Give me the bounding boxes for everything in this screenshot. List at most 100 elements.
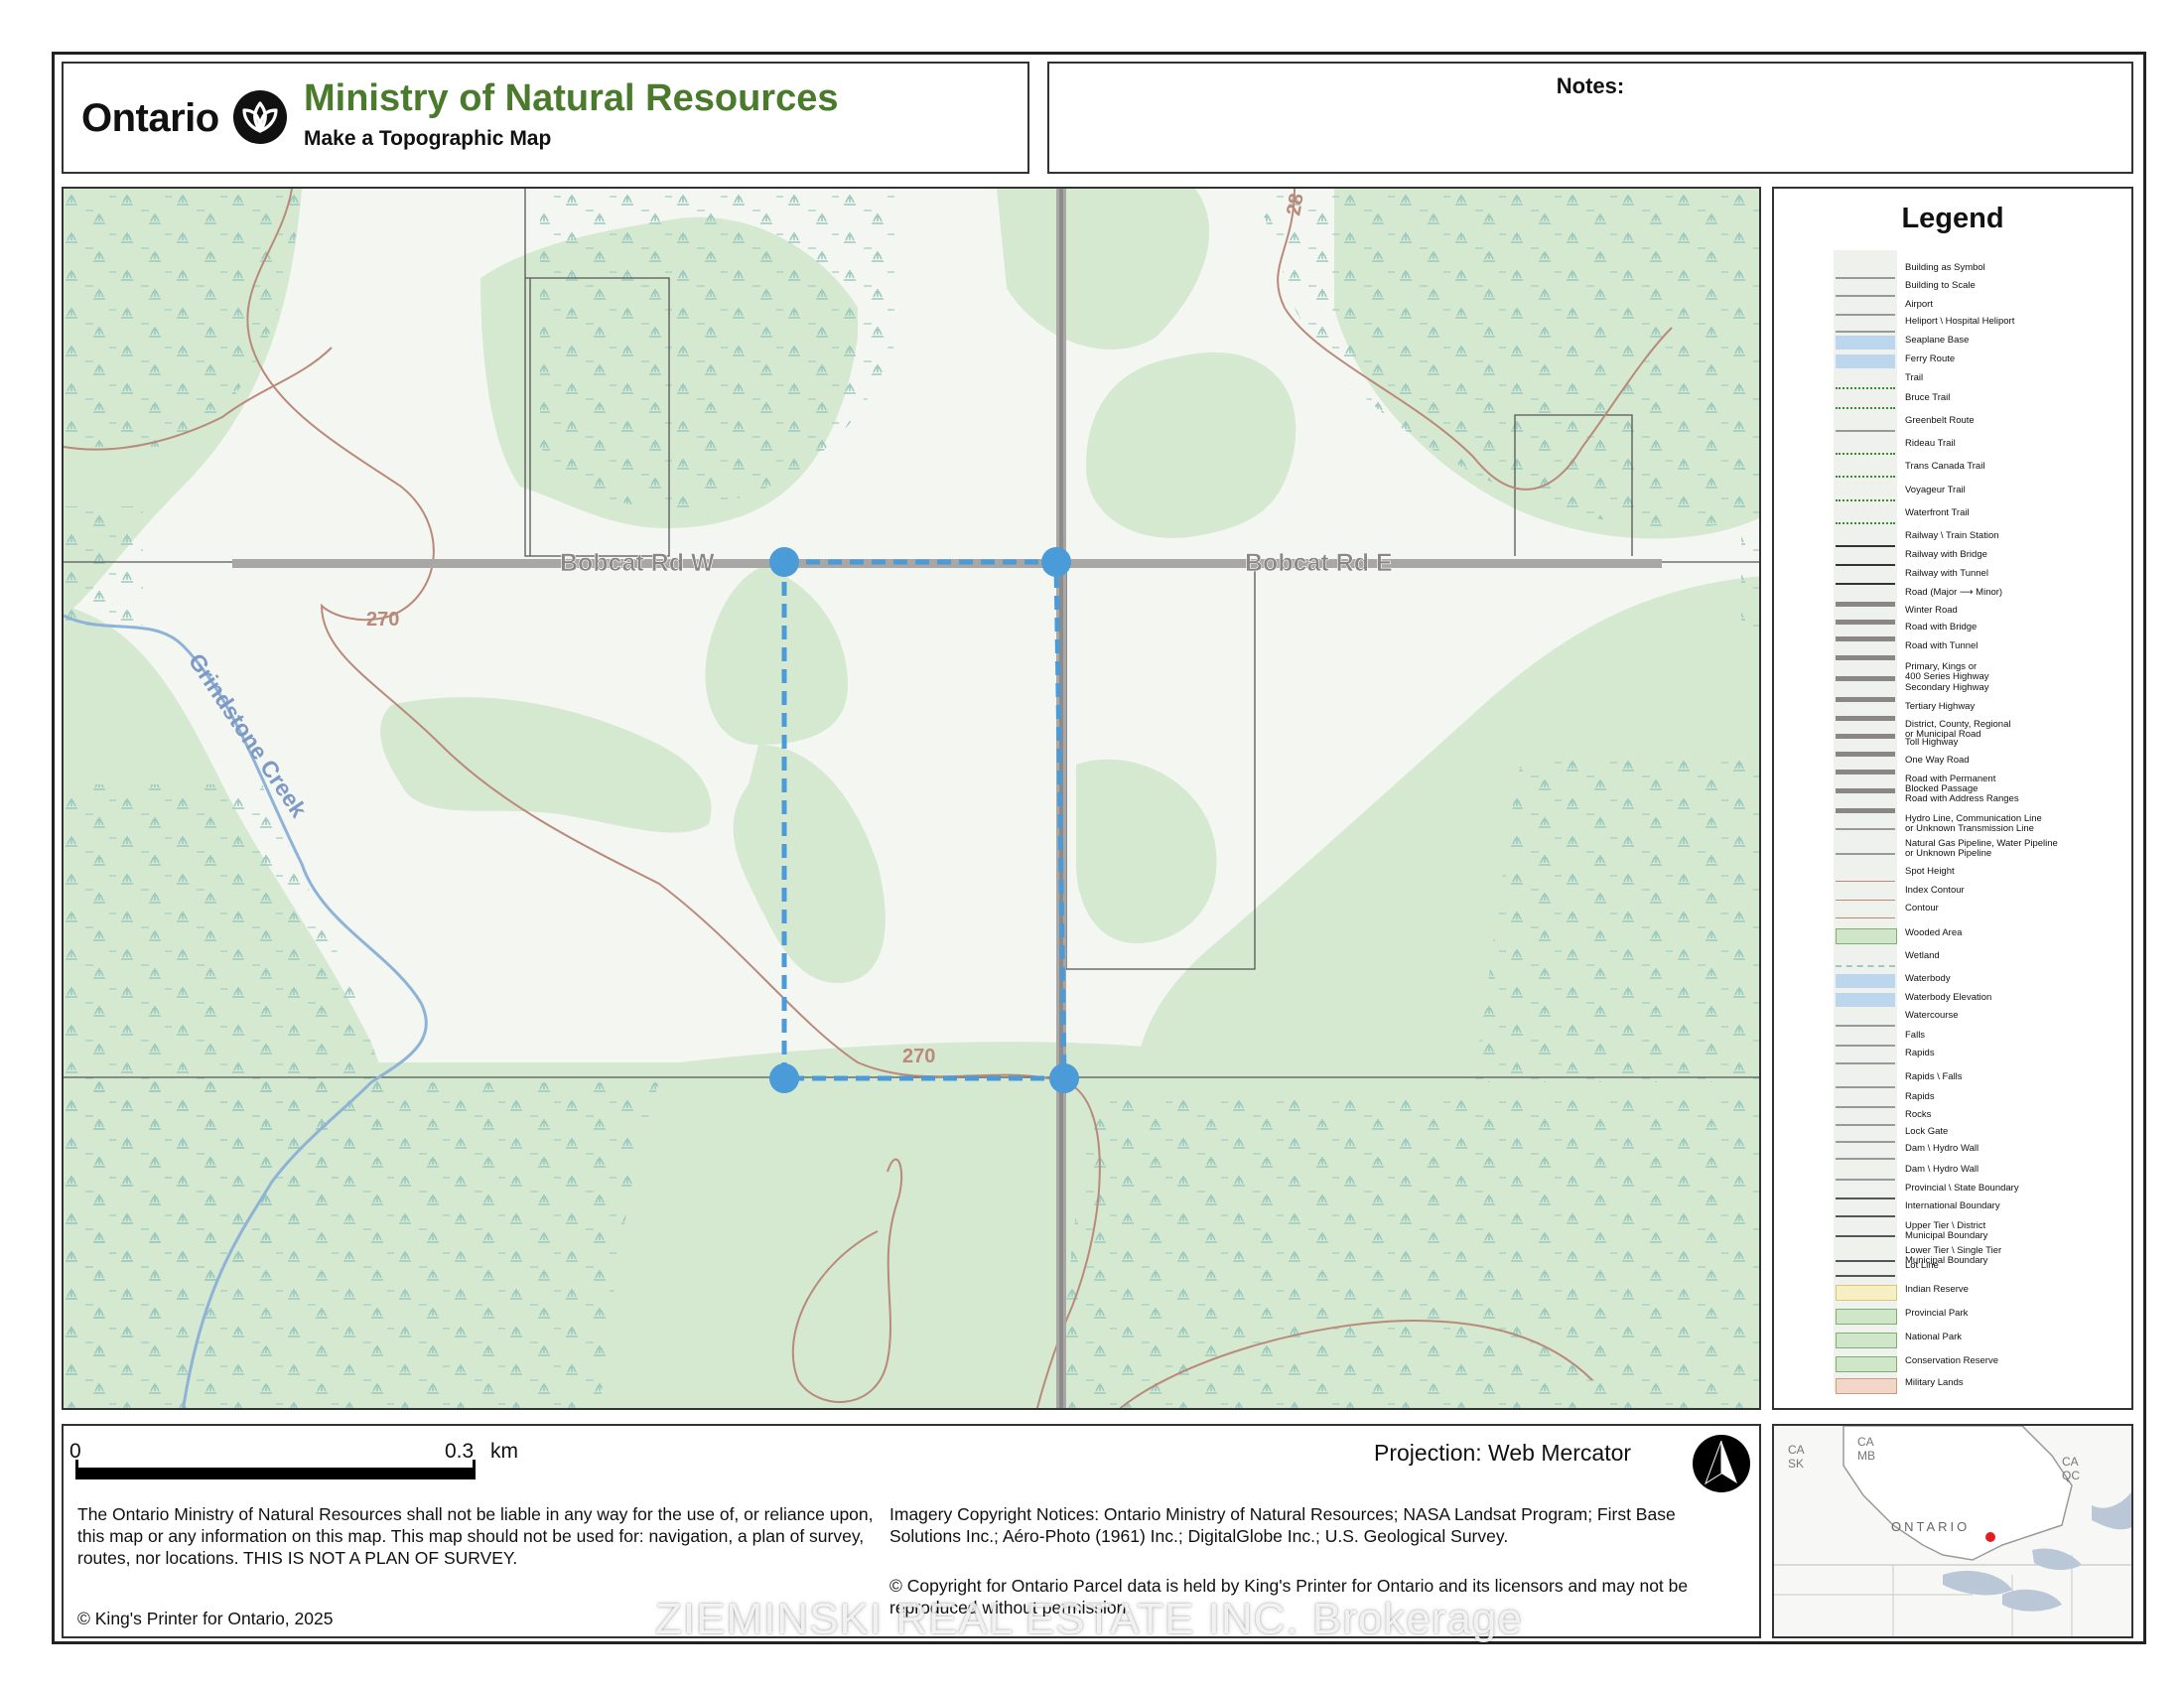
notes-box: Notes: — [1047, 62, 2133, 174]
legend-item: Airport — [1774, 300, 2131, 316]
legend-item: Waterfront Trail — [1774, 508, 2131, 524]
legend-item: Secondary Highway — [1774, 683, 2131, 702]
legend-item-label: Ferry Route — [1905, 353, 1956, 364]
legend-item-label: Lot Line — [1905, 1260, 1939, 1271]
legend-symbol-icon — [1836, 550, 1895, 566]
legend-symbol-icon — [1836, 300, 1895, 316]
legend-symbol-icon — [1836, 1309, 1897, 1325]
legend-item: Rocks — [1774, 1110, 2131, 1126]
legend-item: Index Contour — [1774, 886, 2131, 902]
legend-item-label: Building as Symbol — [1905, 262, 1985, 273]
legend-item: Lock Gate — [1774, 1127, 2131, 1143]
legend-item-label: Dam \ Hydro Wall — [1905, 1143, 1979, 1154]
legend-symbol-icon — [1836, 738, 1895, 757]
legend-item: One Way Road — [1774, 756, 2131, 774]
legend-symbol-icon — [1836, 1049, 1895, 1064]
inset-label-ontario: ONTARIO — [1891, 1519, 1970, 1534]
legend-item: Rideau Trail — [1774, 439, 2131, 455]
legend-item-label: Wetland — [1905, 950, 1940, 961]
legend-symbol-icon — [1836, 1110, 1895, 1126]
legend-symbol-icon — [1836, 263, 1895, 279]
topographic-map[interactable]: Bobcat Rd W Bobcat Rd E Grindstone Creek… — [64, 189, 1761, 1410]
contour-label: 270 — [366, 609, 399, 631]
legend-symbol-icon — [1836, 393, 1895, 409]
legend-item: Hydro Line, Communication Line or Unknow… — [1774, 814, 2131, 834]
legend-item-label: Watercourse — [1905, 1010, 1959, 1021]
legend-item: Natural Gas Pipeline, Water Pipeline or … — [1774, 839, 2131, 859]
legend-item-label: Natural Gas Pipeline, Water Pipeline or … — [1905, 838, 2058, 859]
legend-symbol-icon — [1836, 1092, 1895, 1108]
contour-label: 28 — [1283, 192, 1308, 217]
legend-item-label: Provincial \ State Boundary — [1905, 1183, 2019, 1194]
legend-item: Rapids \ Falls — [1774, 1072, 2131, 1088]
scale-tick — [75, 1460, 78, 1474]
parcel-vertex[interactable] — [769, 1063, 799, 1093]
legend-symbol-icon — [1836, 993, 1895, 1007]
legend-symbol-icon — [1836, 1127, 1895, 1143]
legend-item: Wooded Area — [1774, 928, 2131, 944]
legend-symbol-icon — [1836, 867, 1895, 882]
legend-symbol-icon — [1836, 1031, 1895, 1047]
legend-symbol-icon — [1836, 281, 1895, 297]
parcel-vertex[interactable] — [769, 547, 799, 577]
legend-item: Tertiary Highway — [1774, 701, 2131, 721]
legend-item: Waterbody Elevation — [1774, 993, 2131, 1009]
legend-item-label: Tertiary Highway — [1905, 701, 1976, 712]
legend-symbol-icon — [1836, 1144, 1895, 1160]
legend-item-label: Waterbody — [1905, 973, 1951, 984]
legend-item-label: International Boundary — [1905, 1200, 2000, 1211]
legend-item-label: Greenbelt Route — [1905, 415, 1975, 426]
legend-item-label: Road with Bridge — [1905, 622, 1978, 633]
map-frame[interactable]: Bobcat Rd W Bobcat Rd E Grindstone Creek… — [62, 187, 1761, 1410]
legend-symbol-icon — [1836, 794, 1895, 813]
legend-item-label: Wooded Area — [1905, 927, 1963, 938]
legend-symbol-icon — [1836, 439, 1895, 455]
legend-item: Seaplane Base — [1774, 336, 2131, 352]
legend-item: Road with Tunnel — [1774, 640, 2131, 660]
legend-item-label: Railway with Tunnel — [1905, 568, 1988, 579]
map-subtitle: Make a Topographic Map — [304, 127, 552, 150]
legend-item: Primary, Kings or 400 Series Highway — [1774, 662, 2131, 682]
legend-symbol-icon — [1836, 416, 1895, 432]
legend-symbol-icon — [1836, 1285, 1897, 1301]
legend-item: Ferry Route — [1774, 354, 2131, 370]
legend-item-label: Road with Tunnel — [1905, 640, 1979, 651]
ontario-wordmark: Ontario — [81, 96, 219, 140]
legend-item: District, County, Regional or Municipal … — [1774, 720, 2131, 740]
legend-item-label: Trans Canada Trail — [1905, 461, 1985, 472]
legend-symbol-icon — [1836, 1165, 1895, 1181]
legend-item: Railway with Bridge — [1774, 550, 2131, 566]
legend-item-label: Trail — [1905, 372, 1924, 383]
legend-symbol-icon — [1836, 317, 1895, 333]
legend-item: Lower Tier \ Single Tier Municipal Bound… — [1774, 1246, 2131, 1266]
watermark-text: ZIEMINSKI REAL ESTATE INC. Brokerage — [655, 1595, 1523, 1643]
legend-item-label: Upper Tier \ District Municipal Boundary — [1905, 1220, 1988, 1241]
parcel-vertex[interactable] — [1049, 1063, 1079, 1093]
legend-item: International Boundary — [1774, 1201, 2131, 1217]
road-label-bobcat-w: Bobcat Rd W — [560, 549, 715, 577]
legend-symbol-icon — [1836, 974, 1895, 988]
legend-item-label: Building to Scale — [1905, 280, 1976, 291]
legend-item-label: Waterfront Trail — [1905, 507, 1970, 518]
inset-label-mb: CA MB — [1857, 1435, 1875, 1463]
legend-item: Road with Address Ranges — [1774, 794, 2131, 813]
legend-item-label: Rapids — [1905, 1091, 1935, 1102]
trillium-logo-icon — [233, 90, 287, 144]
legend-item: Spot Height — [1774, 867, 2131, 883]
legend-symbol-icon — [1836, 486, 1895, 501]
legend-item-label: Railway \ Train Station — [1905, 530, 1999, 541]
legend-item-label: Bruce Trail — [1905, 392, 1951, 403]
legend-symbol-icon — [1836, 702, 1895, 721]
legend-symbol-icon — [1836, 508, 1895, 524]
scale-end-label: 0.3 — [445, 1440, 475, 1463]
legend-symbol-icon — [1836, 1072, 1895, 1088]
legend-item-label: Road (Major ⟶ Minor) — [1905, 587, 2003, 598]
inset-label-qc: CA QC — [2062, 1455, 2080, 1482]
legend-item: Winter Road — [1774, 606, 2131, 625]
legend-symbol-icon — [1836, 951, 1895, 967]
legend-item-label: Index Contour — [1905, 885, 1965, 896]
legend-symbol-icon — [1836, 1184, 1895, 1199]
legend-item-label: Primary, Kings or 400 Series Highway — [1905, 661, 1989, 682]
legend-symbol-icon — [1836, 1201, 1895, 1217]
parcel-vertex[interactable] — [1041, 547, 1071, 577]
